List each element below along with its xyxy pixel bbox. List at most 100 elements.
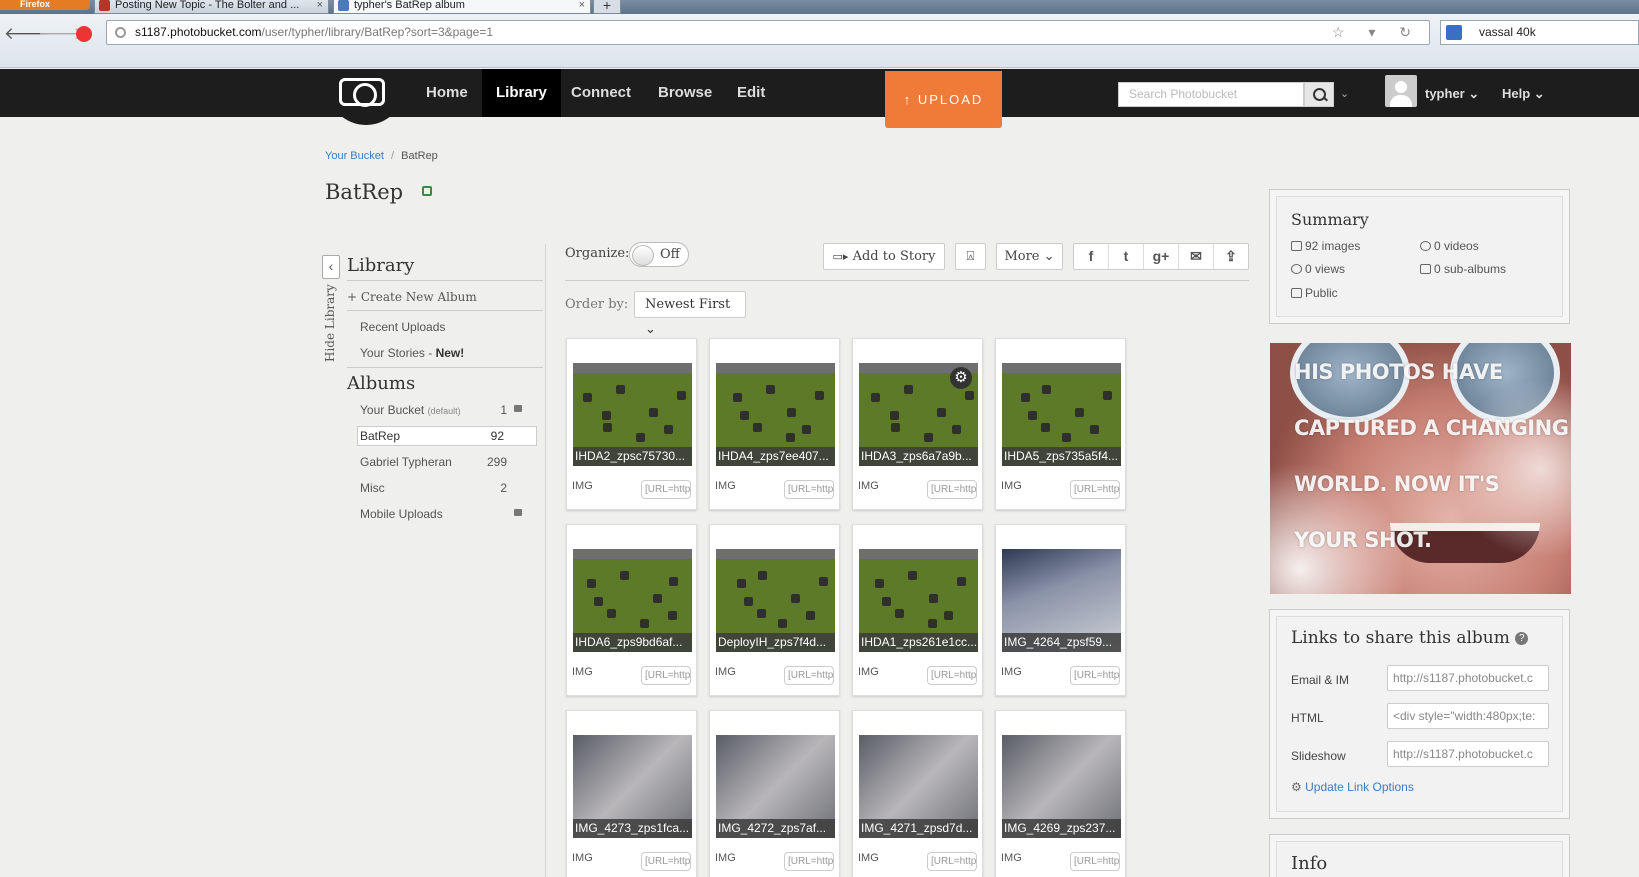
search-icon[interactable] bbox=[1304, 82, 1334, 107]
organize-toggle[interactable]: Off bbox=[629, 242, 689, 267]
photo-caption[interactable]: IMG_4264_zpsf59... bbox=[1002, 633, 1121, 652]
sidebar-item-batrep[interactable]: BatRep 92 bbox=[357, 426, 537, 446]
email-icon[interactable]: ✉ bbox=[1179, 244, 1214, 269]
embed-code-field[interactable]: [URL=http bbox=[641, 480, 691, 499]
photo-card[interactable]: IHDA4_zps7ee407... IMG [URL=http bbox=[709, 338, 840, 510]
hide-library-label[interactable]: Hide Library bbox=[323, 282, 337, 362]
photo-caption[interactable]: IHDA3_zps6a7a9b... bbox=[859, 447, 978, 466]
address-bar[interactable]: s1187.photobucket.com/user/typher/librar… bbox=[106, 20, 1430, 45]
more-button[interactable]: More ⌄ bbox=[996, 243, 1063, 270]
avatar[interactable] bbox=[1385, 75, 1417, 107]
photo-card[interactable]: IHDA1_zps261e1cc... IMG [URL=http bbox=[852, 524, 983, 696]
slideshow-button[interactable]: ⍓ bbox=[955, 243, 986, 270]
photo-caption[interactable]: IHDA4_zps7ee407... bbox=[716, 447, 835, 466]
photo-caption[interactable]: IHDA1_zps261e1cc... bbox=[859, 633, 978, 652]
share-icon[interactable]: ⇪ bbox=[1214, 244, 1248, 269]
add-to-story-button[interactable]: ▭▸ Add to Story bbox=[823, 243, 945, 270]
photo-caption[interactable]: IHDA2_zpsc75730... bbox=[573, 447, 692, 466]
embed-code-field[interactable]: [URL=http bbox=[1070, 480, 1120, 499]
embed-code-field[interactable]: [URL=http bbox=[641, 666, 691, 685]
addon-s-icon[interactable] bbox=[76, 26, 92, 42]
hide-library-toggle[interactable]: ‹ Hide Library bbox=[322, 255, 340, 366]
photo-caption[interactable]: DeployIH_zps7f4d... bbox=[716, 633, 835, 652]
close-tab-icon[interactable]: × bbox=[317, 0, 323, 11]
browser-tab-forum[interactable]: Posting New Topic - The Bolter and ... × bbox=[94, 0, 329, 14]
sidebar-item-your-bucket[interactable]: Your Bucket (default) 1 bbox=[360, 403, 540, 417]
photo-card[interactable]: IMG_4272_zps7af... IMG [URL=http bbox=[709, 710, 840, 877]
photo-card[interactable]: IMG_4269_zps237... IMG [URL=http bbox=[995, 710, 1126, 877]
firefox-menu-button[interactable]: Firefox bbox=[0, 0, 90, 10]
browser-tab-album[interactable]: typher's BatRep album × bbox=[333, 0, 591, 14]
photo-thumbnail[interactable]: IHDA5_zps735a5f4... bbox=[1002, 363, 1121, 466]
search-engine-icon[interactable] bbox=[1446, 25, 1462, 40]
nav-connect[interactable]: Connect bbox=[557, 69, 645, 117]
nav-edit[interactable]: Edit bbox=[723, 69, 779, 117]
photo-thumbnail[interactable]: IMG_4271_zpsd7d... bbox=[859, 735, 978, 838]
email-link-field[interactable]: http://s1187.photobucket.c bbox=[1387, 665, 1549, 691]
photo-card[interactable]: DeployIH_zps7f4d... IMG [URL=http bbox=[709, 524, 840, 696]
photo-card[interactable]: ⚙ IHDA3_zps6a7a9b... IMG [URL=http bbox=[852, 338, 983, 510]
user-menu[interactable]: typher ⌄ bbox=[1425, 86, 1479, 102]
sidebar-item-gabriel-typheran[interactable]: Gabriel Typheran 299 bbox=[360, 455, 540, 469]
embed-code-field[interactable]: [URL=http bbox=[927, 852, 977, 871]
browser-search-field[interactable]: vassal 40k bbox=[1440, 20, 1639, 45]
order-by-dropdown[interactable]: Newest First ⌄ bbox=[634, 291, 746, 337]
sidebar-item-misc[interactable]: Misc 2 bbox=[360, 481, 540, 495]
embed-code-field[interactable]: [URL=http bbox=[927, 480, 977, 499]
photo-caption[interactable]: IMG_4271_zpsd7d... bbox=[859, 819, 978, 838]
bookmark-star-icon[interactable]: ☆ ▾ ↻ bbox=[1332, 21, 1421, 44]
photo-thumbnail[interactable]: ⚙ IHDA3_zps6a7a9b... bbox=[859, 363, 978, 466]
help-icon[interactable]: ? bbox=[1515, 632, 1529, 645]
embed-code-field[interactable]: [URL=http bbox=[927, 666, 977, 685]
nav-home[interactable]: Home bbox=[412, 69, 482, 117]
sidebar-item-your-stories[interactable]: Your Stories - New! bbox=[360, 346, 540, 360]
gear-icon[interactable]: ⚙ bbox=[950, 367, 972, 389]
facebook-icon[interactable]: f bbox=[1074, 244, 1109, 269]
photo-card[interactable]: IMG_4273_zps1fca... IMG [URL=http bbox=[566, 710, 697, 877]
slideshow-link-field[interactable]: http://s1187.photobucket.c bbox=[1387, 741, 1549, 767]
photo-card[interactable]: IMG_4264_zpsf59... IMG [URL=http bbox=[995, 524, 1126, 696]
photo-caption[interactable]: IHDA6_zps9bd6af... bbox=[573, 633, 692, 652]
chevron-down-icon[interactable]: ⌄ bbox=[1340, 87, 1349, 100]
photo-card[interactable]: IHDA6_zps9bd6af... IMG [URL=http bbox=[566, 524, 697, 696]
nav-browse[interactable]: Browse bbox=[644, 69, 726, 117]
upload-button[interactable]: ↑ UPLOAD bbox=[885, 71, 1002, 128]
photo-thumbnail[interactable]: IHDA1_zps261e1cc... bbox=[859, 549, 978, 652]
new-tab-button[interactable]: + bbox=[593, 0, 621, 14]
photo-caption[interactable]: IMG_4269_zps237... bbox=[1002, 819, 1121, 838]
photo-thumbnail[interactable]: IHDA2_zpsc75730... bbox=[573, 363, 692, 466]
chevron-left-icon[interactable]: ‹ bbox=[322, 255, 340, 279]
photo-caption[interactable]: IMG_4272_zps7af... bbox=[716, 819, 835, 838]
sidebar-item-mobile-uploads[interactable]: Mobile Uploads bbox=[360, 507, 540, 521]
embed-code-field[interactable]: [URL=http bbox=[1070, 852, 1120, 871]
photo-caption[interactable]: IMG_4273_zps1fca... bbox=[573, 819, 692, 838]
photo-thumbnail[interactable]: IMG_4264_zpsf59... bbox=[1002, 549, 1121, 652]
html-link-field[interactable]: <div style="width:480px;te: bbox=[1387, 703, 1549, 729]
site-search-input[interactable]: Search Photobucket bbox=[1118, 82, 1304, 107]
nav-library[interactable]: Library bbox=[482, 69, 561, 117]
photo-card[interactable]: IMG_4271_zpsd7d... IMG [URL=http bbox=[852, 710, 983, 877]
twitter-icon[interactable]: t bbox=[1109, 244, 1144, 269]
photo-thumbnail[interactable]: IMG_4269_zps237... bbox=[1002, 735, 1121, 838]
breadcrumb-your-bucket[interactable]: Your Bucket bbox=[325, 150, 384, 162]
embed-code-field[interactable]: [URL=http bbox=[784, 852, 834, 871]
help-menu[interactable]: Help ⌄ bbox=[1502, 86, 1545, 102]
photo-thumbnail[interactable]: IMG_4273_zps1fca... bbox=[573, 735, 692, 838]
update-link-options[interactable]: ⚙ Update Link Options bbox=[1291, 780, 1414, 794]
back-arrow-icon[interactable]: 🡐 bbox=[4, 24, 50, 46]
sidebar-item-recent-uploads[interactable]: Recent Uploads bbox=[360, 320, 540, 334]
photo-thumbnail[interactable]: DeployIH_zps7f4d... bbox=[716, 549, 835, 652]
advertisement-banner[interactable]: HIS PHOTOS HAVE CAPTURED A CHANGING WORL… bbox=[1270, 343, 1571, 594]
photo-thumbnail[interactable]: IHDA4_zps7ee407... bbox=[716, 363, 835, 466]
embed-code-field[interactable]: [URL=http bbox=[1070, 666, 1120, 685]
photo-thumbnail[interactable]: IHDA6_zps9bd6af... bbox=[573, 549, 692, 652]
embed-code-field[interactable]: [URL=http bbox=[784, 666, 834, 685]
embed-code-field[interactable]: [URL=http bbox=[641, 852, 691, 871]
create-new-album-link[interactable]: + Create New Album bbox=[347, 290, 527, 304]
photo-thumbnail[interactable]: IMG_4272_zps7af... bbox=[716, 735, 835, 838]
photo-card[interactable]: IHDA5_zps735a5f4... IMG [URL=http bbox=[995, 338, 1126, 510]
embed-code-field[interactable]: [URL=http bbox=[784, 480, 834, 499]
unlock-icon[interactable] bbox=[422, 186, 432, 196]
close-tab-icon[interactable]: × bbox=[579, 0, 585, 11]
forward-arrow-icon[interactable]: 🡒 bbox=[38, 24, 84, 46]
